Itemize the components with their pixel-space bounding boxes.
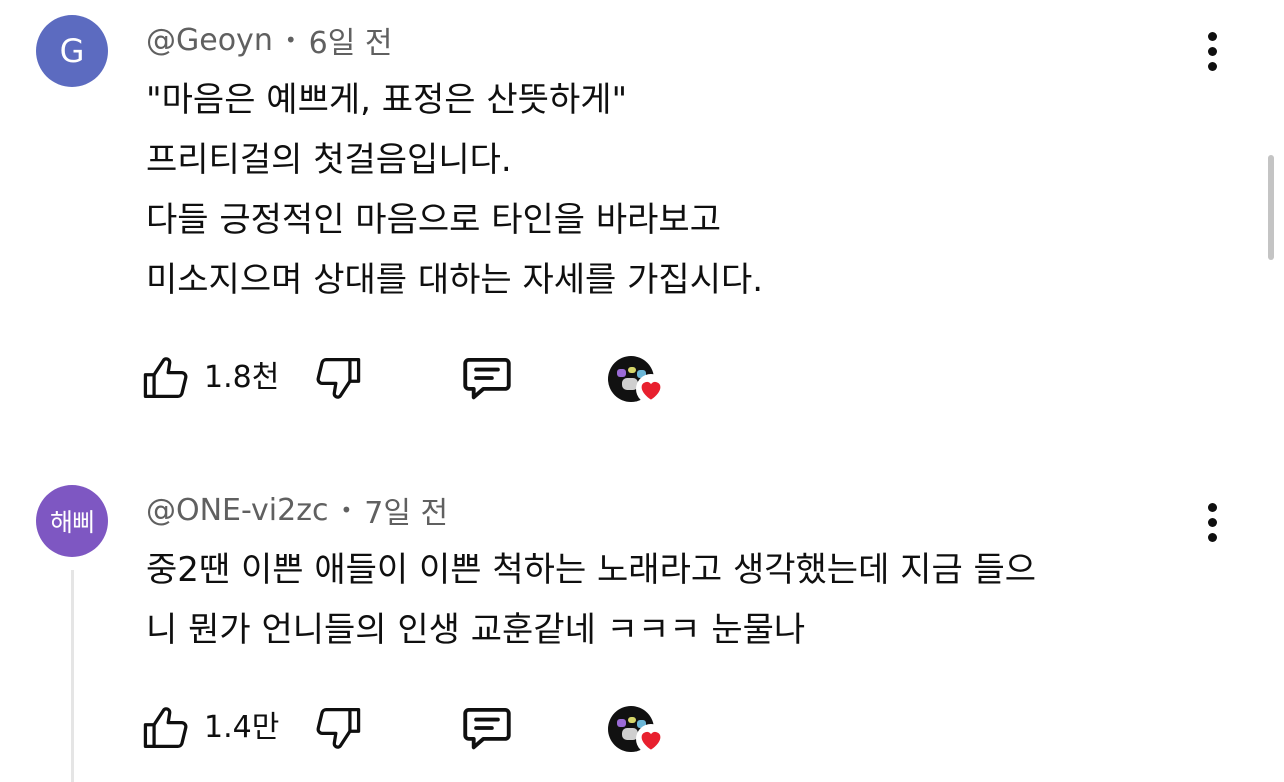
avatar[interactable]: G bbox=[36, 15, 108, 87]
like-count: 1.8천 bbox=[204, 360, 280, 395]
separator-dot: • bbox=[340, 498, 353, 522]
timestamp[interactable]: 7일 전 bbox=[364, 488, 448, 532]
reply-icon bbox=[458, 699, 516, 757]
thumbs-down-icon bbox=[312, 702, 364, 754]
thumbs-down-icon bbox=[312, 352, 364, 404]
like-button[interactable] bbox=[140, 348, 192, 408]
creator-heart-badge bbox=[608, 698, 672, 758]
creator-heart-badge bbox=[608, 348, 672, 408]
more-vert-icon[interactable] bbox=[1192, 492, 1232, 552]
comment-line: "마음은 예쁘게, 표정은 산뜻하게" bbox=[146, 80, 628, 120]
dislike-button[interactable] bbox=[312, 348, 364, 408]
like-count: 1.4만 bbox=[204, 710, 280, 745]
comment-line: 중2땐 이쁜 애들이 이쁜 척하는 노래라고 생각했는데 지금 들으 bbox=[146, 550, 1037, 590]
scrollbar[interactable] bbox=[1268, 155, 1274, 260]
comment-header: @ONE-vi2zc • 7일 전 bbox=[146, 488, 448, 532]
thumbs-up-icon bbox=[140, 702, 192, 754]
more-vert-icon[interactable] bbox=[1192, 21, 1232, 81]
comment-actions: 1.4만 bbox=[140, 698, 700, 758]
reply-button[interactable] bbox=[458, 348, 516, 408]
reply-button[interactable] bbox=[458, 698, 516, 758]
comment-actions: 1.8천 bbox=[140, 348, 700, 408]
timestamp[interactable]: 6일 전 bbox=[309, 18, 393, 62]
avatar-initial: G bbox=[59, 32, 85, 70]
comment-header: @Geoyn • 6일 전 bbox=[146, 18, 392, 62]
reply-icon bbox=[458, 349, 516, 407]
author-name[interactable]: @ONE-vi2zc bbox=[146, 493, 328, 528]
avatar-initial: 해삐 bbox=[49, 508, 95, 537]
comment-text: 중2땐 이쁜 애들이 이쁜 척하는 노래라고 생각했는데 지금 들으 니 뭔가 … bbox=[146, 540, 1036, 660]
heart-icon bbox=[636, 724, 666, 754]
thumbs-up-icon bbox=[140, 352, 192, 404]
avatar[interactable]: 해삐 bbox=[36, 485, 108, 557]
comment-text: "마음은 예쁘게, 표정은 산뜻하게" 프리티걸의 첫걸음입니다. 다들 긍정적… bbox=[146, 70, 763, 310]
like-button[interactable] bbox=[140, 698, 192, 758]
comment-line: 미소지으며 상대를 대하는 자세를 가집시다. bbox=[146, 260, 764, 300]
thread-line bbox=[71, 570, 74, 782]
comment-line: 다들 긍정적인 마음으로 타인을 바라보고 bbox=[146, 200, 721, 240]
author-name[interactable]: @Geoyn bbox=[146, 23, 273, 58]
separator-dot: • bbox=[284, 28, 297, 52]
dislike-button[interactable] bbox=[312, 698, 364, 758]
heart-icon bbox=[636, 374, 666, 404]
comment-line: 니 뭔가 언니들의 인생 교훈같네 ㅋㅋㅋ 눈물나 bbox=[146, 610, 806, 650]
comment-line: 프리티걸의 첫걸음입니다. bbox=[146, 140, 512, 180]
